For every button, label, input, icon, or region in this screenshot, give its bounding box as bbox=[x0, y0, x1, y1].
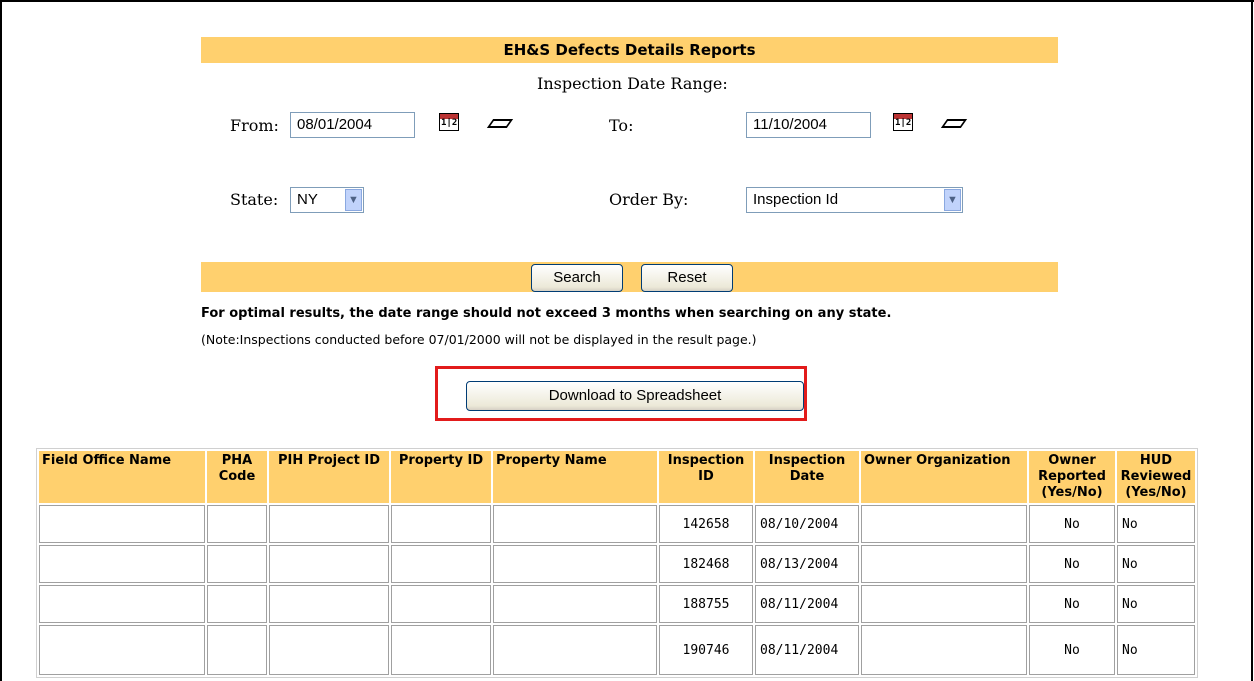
col-header-owner-organization: Owner Organization bbox=[861, 451, 1027, 503]
table-cell-inspection-date: 08/11/2004 bbox=[755, 585, 859, 623]
button-bar bbox=[201, 262, 1058, 292]
state-select-value: NY bbox=[297, 191, 318, 208]
state-label: State: bbox=[230, 190, 279, 209]
table-cell-inspection-date: 08/13/2004 bbox=[755, 545, 859, 583]
window-left-border bbox=[0, 0, 2, 681]
col-header-hud-reviewed: HUD Reviewed (Yes/No) bbox=[1117, 451, 1195, 503]
table-cell bbox=[207, 545, 267, 583]
calendar-icon[interactable]: 1|2 bbox=[893, 113, 913, 131]
col-header-property-name: Property Name bbox=[493, 451, 657, 503]
table-cell-inspection-id: 142658 bbox=[659, 505, 753, 543]
order-by-select-value: Inspection Id bbox=[753, 191, 839, 208]
order-by-label: Order By: bbox=[609, 190, 689, 209]
table-row: 182468 08/13/2004 No No bbox=[39, 545, 1195, 583]
table-cell-hud-reviewed: No bbox=[1117, 585, 1195, 623]
from-date-input[interactable]: 08/01/2004 bbox=[290, 112, 415, 138]
table-cell bbox=[391, 625, 491, 675]
table-cell bbox=[391, 545, 491, 583]
table-row: 142658 08/10/2004 No No bbox=[39, 505, 1195, 543]
from-label: From: bbox=[230, 116, 279, 135]
table-cell bbox=[493, 505, 657, 543]
table-cell-inspection-id: 190746 bbox=[659, 625, 753, 675]
table-cell bbox=[861, 585, 1027, 623]
download-spreadsheet-button[interactable]: Download to Spreadsheet bbox=[466, 381, 804, 411]
table-cell bbox=[39, 625, 205, 675]
table-cell bbox=[861, 625, 1027, 675]
table-cell-owner-reported: No bbox=[1029, 585, 1115, 623]
table-row: 188755 08/11/2004 No No bbox=[39, 585, 1195, 623]
to-date-input[interactable]: 11/10/2004 bbox=[746, 112, 871, 138]
table-cell-owner-reported: No bbox=[1029, 505, 1115, 543]
col-header-pih-project-id: PIH Project ID bbox=[269, 451, 389, 503]
table-header-row: Field Office Name PHA Code PIH Project I… bbox=[39, 451, 1195, 503]
table-cell bbox=[269, 625, 389, 675]
order-by-select[interactable]: Inspection Id ▼ bbox=[746, 187, 963, 213]
table-cell bbox=[391, 505, 491, 543]
table-cell bbox=[861, 505, 1027, 543]
table-cell bbox=[39, 505, 205, 543]
report-title: EH&S Defects Details Reports bbox=[201, 37, 1058, 63]
table-cell-owner-reported: No bbox=[1029, 625, 1115, 675]
col-header-inspection-id: Inspection ID bbox=[659, 451, 753, 503]
col-header-field-office: Field Office Name bbox=[39, 451, 205, 503]
eraser-icon[interactable] bbox=[486, 119, 514, 128]
window-right-border bbox=[1251, 0, 1253, 681]
table-cell bbox=[493, 545, 657, 583]
table-cell bbox=[207, 585, 267, 623]
col-header-inspection-date: Inspection Date bbox=[755, 451, 859, 503]
table-cell-inspection-date: 08/10/2004 bbox=[755, 505, 859, 543]
table-cell-owner-reported: No bbox=[1029, 545, 1115, 583]
chevron-down-icon[interactable]: ▼ bbox=[345, 189, 362, 211]
calendar-icon[interactable]: 1|2 bbox=[439, 113, 459, 131]
inspection-date-note: (Note:Inspections conducted before 07/01… bbox=[201, 332, 757, 347]
search-button[interactable]: Search bbox=[531, 264, 623, 292]
table-cell bbox=[207, 625, 267, 675]
eraser-icon[interactable] bbox=[940, 119, 968, 128]
window-top-border bbox=[0, 0, 1254, 2]
table-cell bbox=[493, 625, 657, 675]
col-header-owner-reported: Owner Reported (Yes/No) bbox=[1029, 451, 1115, 503]
date-range-label: Inspection Date Range: bbox=[537, 74, 728, 93]
table-cell-inspection-id: 182468 bbox=[659, 545, 753, 583]
table-cell-hud-reviewed: No bbox=[1117, 505, 1195, 543]
table-cell-inspection-id: 188755 bbox=[659, 585, 753, 623]
table-cell bbox=[207, 505, 267, 543]
table-cell bbox=[861, 545, 1027, 583]
table-cell bbox=[269, 545, 389, 583]
table-cell bbox=[269, 505, 389, 543]
table-cell-hud-reviewed: No bbox=[1117, 545, 1195, 583]
col-header-pha-code: PHA Code bbox=[207, 451, 267, 503]
chevron-down-icon[interactable]: ▼ bbox=[944, 189, 961, 211]
table-cell bbox=[39, 545, 205, 583]
table-cell bbox=[269, 585, 389, 623]
table-cell bbox=[493, 585, 657, 623]
table-cell bbox=[39, 585, 205, 623]
table-cell bbox=[391, 585, 491, 623]
table-cell-inspection-date: 08/11/2004 bbox=[755, 625, 859, 675]
optimal-results-note: For optimal results, the date range shou… bbox=[201, 306, 892, 321]
to-label: To: bbox=[609, 116, 634, 135]
results-table: Field Office Name PHA Code PIH Project I… bbox=[36, 448, 1198, 678]
table-cell-hud-reviewed: No bbox=[1117, 625, 1195, 675]
state-select[interactable]: NY ▼ bbox=[290, 187, 364, 213]
col-header-property-id: Property ID bbox=[391, 451, 491, 503]
reset-button[interactable]: Reset bbox=[641, 264, 733, 292]
table-row: 190746 08/11/2004 No No bbox=[39, 625, 1195, 675]
